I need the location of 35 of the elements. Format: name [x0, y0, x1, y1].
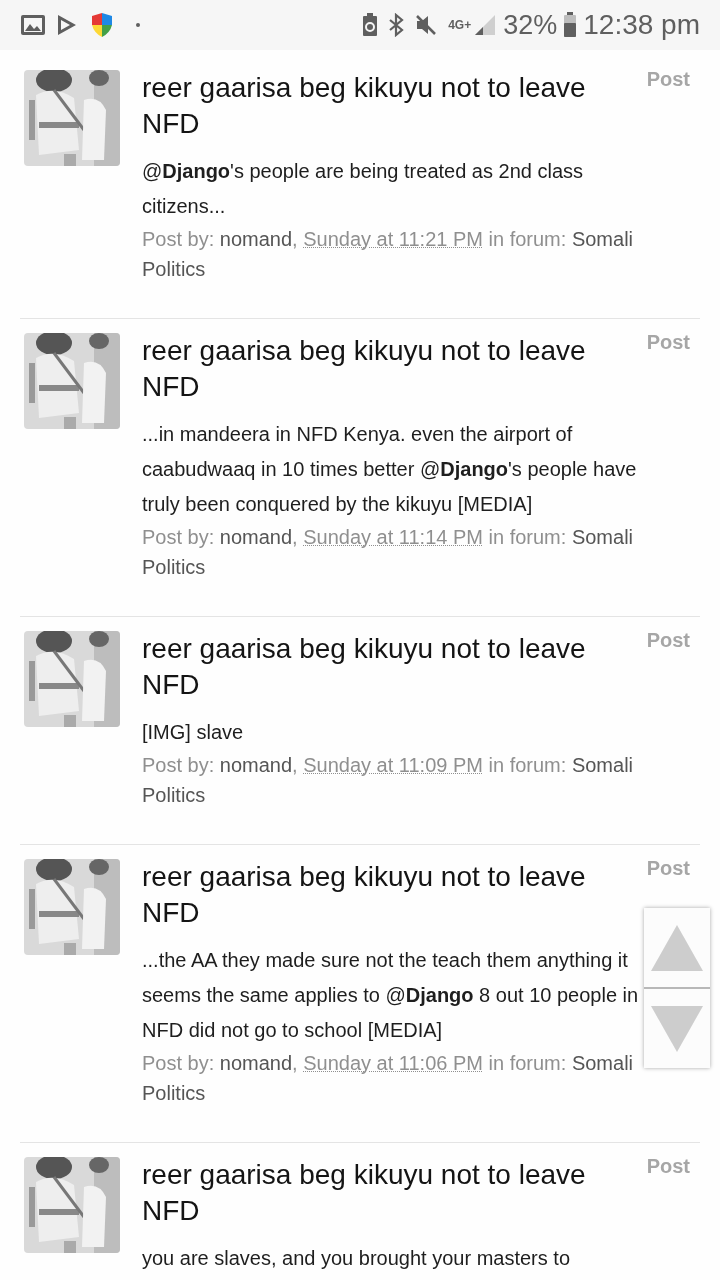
author-link[interactable]: nomand [219, 1052, 293, 1074]
post-meta: Post by: nomand, Sunday at 11:14 PM in forum: Somali Politics [142, 525, 635, 580]
post-snippet: ...in mandeera in NFD Kenya. even the airport of caabudwaaq in 10 times better @Django's people have truly been conquered by the kikuyu [MEDIA] [142, 422, 638, 517]
post-title[interactable]: reer gaarisa beg kikuyu not to leave NFD [142, 859, 618, 931]
post-snippet: @Django's people are being treated as 2nd class citizens... [142, 159, 585, 219]
post-snippet: [IMG] slave [142, 720, 245, 745]
content-type-label: Post [646, 67, 690, 92]
post-title[interactable]: reer gaarisa beg kikuyu not to leave NFD [142, 333, 618, 405]
shield-icon [90, 12, 114, 38]
battery-saver-icon [362, 13, 379, 37]
post-title[interactable]: reer gaarisa beg kikuyu not to leave NFD [142, 70, 618, 142]
down-triangle-icon [651, 1005, 703, 1052]
battery-percent: 32% [503, 11, 558, 39]
signal-icon [473, 13, 498, 37]
author-link[interactable]: nomand [219, 228, 293, 250]
battery-icon [563, 12, 578, 38]
gallery-icon [20, 13, 46, 37]
up-triangle-icon [651, 924, 703, 971]
content-type-label: Post [646, 330, 690, 355]
post-meta: Post by: nomand, Sunday at 11:09 PM in forum: Somali Politics [142, 753, 635, 808]
post-title[interactable]: reer gaarisa beg kikuyu not to leave NFD [142, 1157, 618, 1229]
post-title[interactable]: reer gaarisa beg kikuyu not to leave NFD [142, 631, 618, 703]
bluetooth-icon [388, 13, 405, 37]
post-snippet: ...the AA they made sure not the teach them anything it seems the same applies to @Django 8 out 10 people in NFD did not go to school [MEDIA] [142, 948, 640, 1043]
post-meta: Post by: nomand, Sunday at 11:06 PM in forum: Somali Politics [142, 1051, 635, 1106]
post-snippet: you are slaves, and you brought your masters to [142, 1246, 571, 1271]
content-type-label: Post [646, 856, 690, 881]
author-link[interactable]: nomand [219, 526, 293, 548]
content-type-label: Post [646, 628, 690, 653]
network-type: 4G+ [448, 19, 472, 31]
post-meta: Post by: nomand, Sunday at 11:21 PM in forum: Somali Politics [142, 227, 635, 282]
author-link[interactable]: nomand [219, 754, 293, 776]
dot-icon [136, 23, 140, 27]
content-type-label: Post [646, 1154, 690, 1179]
clock: 12:38 pm [583, 11, 700, 39]
